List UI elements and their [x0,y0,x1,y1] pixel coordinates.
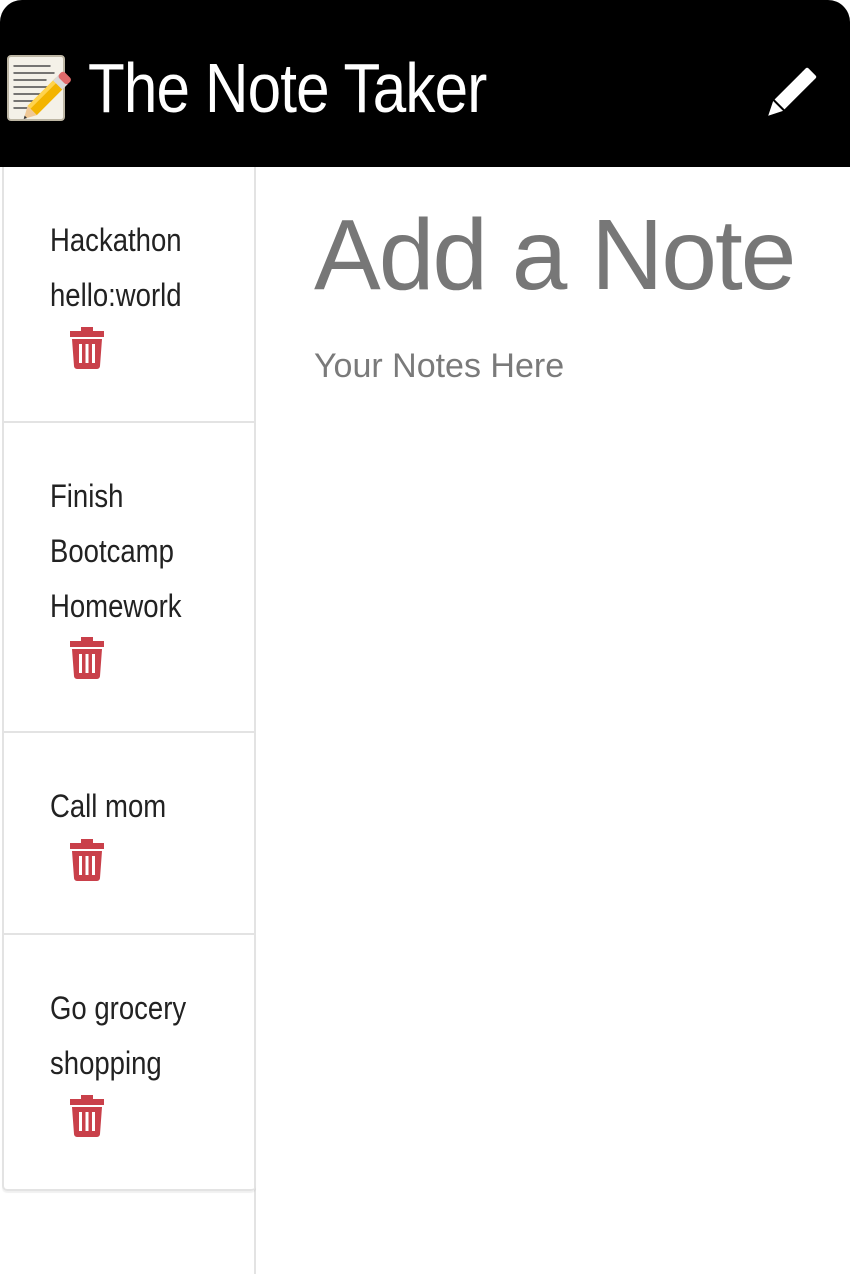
note-title[interactable]: Hackathon hello:world [50,213,222,323]
note-editor [256,167,850,1274]
note-list-item[interactable]: Go grocery shopping [2,935,256,1191]
note-list-item[interactable]: Hackathon hello:world [2,167,256,423]
memo-pencil-icon [6,52,72,124]
note-title[interactable]: Go grocery shopping [50,981,222,1091]
app-title: The Note Taker [88,49,487,127]
note-list-item[interactable]: Call mom [2,733,256,935]
pencil-icon [768,67,817,116]
note-body-textarea[interactable] [314,347,818,1227]
trash-icon[interactable] [70,839,104,881]
note-sidebar: Hackathon hello:world Finish Bootcamp Ho… [0,167,256,1274]
note-title[interactable]: Finish Bootcamp Homework [50,469,222,634]
note-taker-app: The Note Taker Hackathon hello:world Fin… [0,0,850,1274]
trash-icon[interactable] [70,327,104,369]
note-title[interactable]: Call mom [50,779,222,834]
new-note-pencil-button[interactable] [754,62,822,130]
note-list-item[interactable]: Finish Bootcamp Homework [2,423,256,733]
trash-icon[interactable] [70,637,104,679]
navbar: The Note Taker [0,0,850,167]
trash-icon[interactable] [70,1095,104,1137]
note-list: Hackathon hello:world Finish Bootcamp Ho… [0,167,256,1191]
note-title-input[interactable] [314,195,818,315]
